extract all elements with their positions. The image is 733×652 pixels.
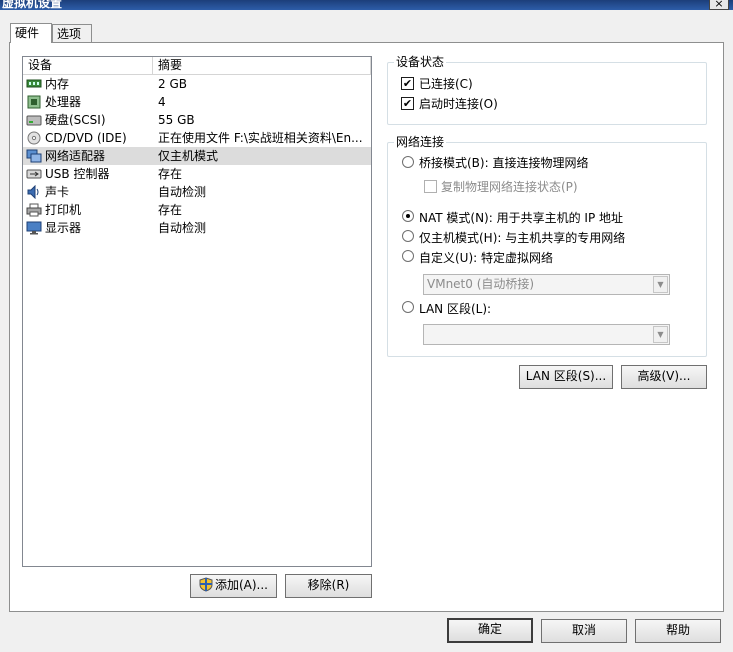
device-name: 处理器 <box>45 95 82 109</box>
ok-button[interactable]: 确定 <box>447 618 533 643</box>
lan-segment-select[interactable]: ▼ <box>423 324 670 345</box>
lan-segment-radio[interactable] <box>402 301 414 313</box>
display-icon <box>26 221 42 235</box>
printer-icon <box>26 203 42 217</box>
host-only-label[interactable]: 仅主机模式(H): 与主机共享的专用网络 <box>419 231 625 245</box>
custom-radio[interactable] <box>402 250 414 262</box>
device-name: 内存 <box>45 77 70 91</box>
device-summary: 存在 <box>158 167 183 181</box>
device-row-printer[interactable]: 打印机 存在 <box>23 201 371 219</box>
add-button-label: 添加(A)... <box>214 578 269 592</box>
usb-icon <box>26 167 42 181</box>
device-status-group <box>387 62 707 125</box>
device-list-header: 设备 摘要 <box>23 57 371 75</box>
device-name: 声卡 <box>45 185 70 199</box>
nat-label[interactable]: NAT 模式(N): 用于共享主机的 IP 地址 <box>419 211 623 225</box>
device-summary: 正在使用文件 F:\实战班相关资料\En... <box>158 131 363 145</box>
device-summary: 仅主机模式 <box>158 149 219 163</box>
device-status-legend: 设备状态 <box>394 55 447 69</box>
column-header-device[interactable]: 设备 <box>28 57 52 74</box>
device-list[interactable]: 设备 摘要 内存 2 GB 处理器 4 硬盘(SCSI) 55 GB CD/DV… <box>22 56 372 567</box>
lan-segments-button[interactable]: LAN 区段(S)... <box>519 365 613 389</box>
connect-at-power-on-checkbox[interactable]: ✔ <box>401 97 414 110</box>
device-row-processor[interactable]: 处理器 4 <box>23 93 371 111</box>
device-row-sound-card[interactable]: 声卡 自动检测 <box>23 183 371 201</box>
custom-label[interactable]: 自定义(U): 特定虚拟网络 <box>419 251 553 265</box>
device-summary: 2 GB <box>158 77 187 91</box>
sound-card-icon <box>26 184 42 200</box>
tab-hardware[interactable]: 硬件 <box>10 23 52 43</box>
nat-radio[interactable] <box>402 210 414 222</box>
close-button[interactable]: × <box>709 0 729 10</box>
network-connection-legend: 网络连接 <box>394 135 447 149</box>
device-row-cd-dvd[interactable]: CD/DVD (IDE) 正在使用文件 F:\实战班相关资料\En... <box>23 129 371 147</box>
device-row-memory[interactable]: 内存 2 GB <box>23 75 371 93</box>
device-name: 打印机 <box>45 203 82 217</box>
network-adapter-icon <box>26 149 42 163</box>
shield-icon <box>199 577 213 598</box>
memory-icon <box>26 77 42 91</box>
host-only-radio[interactable] <box>402 230 414 242</box>
connect-at-power-on-label[interactable]: 启动时连接(O) <box>419 97 498 111</box>
processor-icon <box>26 95 42 109</box>
bridged-radio[interactable] <box>402 156 414 168</box>
custom-network-value: VMnet0 (自动桥接) <box>427 277 535 291</box>
device-row-usb[interactable]: USB 控制器 存在 <box>23 165 371 183</box>
device-row-display[interactable]: 显示器 自动检测 <box>23 219 371 237</box>
column-divider[interactable] <box>370 57 371 74</box>
device-row-hard-disk[interactable]: 硬盘(SCSI) 55 GB <box>23 111 371 129</box>
chevron-down-icon[interactable]: ▼ <box>653 276 668 293</box>
advanced-button[interactable]: 高级(V)... <box>621 365 707 389</box>
device-name: 硬盘(SCSI) <box>45 113 106 127</box>
device-summary: 4 <box>158 95 166 109</box>
bridged-label[interactable]: 桥接模式(B): 直接连接物理网络 <box>419 156 588 170</box>
column-header-summary[interactable]: 摘要 <box>158 57 182 74</box>
add-device-button[interactable]: 添加(A)... <box>190 574 277 598</box>
help-button[interactable]: 帮助 <box>635 619 721 643</box>
device-summary: 自动检测 <box>158 185 207 199</box>
window-title: 虚拟机设置 <box>2 0 63 10</box>
hard-disk-icon <box>26 113 42 127</box>
chevron-down-icon[interactable]: ▼ <box>653 326 668 343</box>
lan-segment-label[interactable]: LAN 区段(L): <box>419 302 491 316</box>
cd-dvd-icon <box>26 131 42 145</box>
replicate-state-checkbox[interactable] <box>424 180 437 193</box>
cancel-button[interactable]: 取消 <box>541 619 627 643</box>
device-row-network-adapter[interactable]: 网络适配器 仅主机模式 <box>23 147 371 165</box>
device-name: 显示器 <box>45 221 82 235</box>
remove-device-button[interactable]: 移除(R) <box>285 574 372 598</box>
tab-options[interactable]: 选项 <box>52 24 92 42</box>
connected-checkbox[interactable]: ✔ <box>401 77 414 90</box>
device-summary: 存在 <box>158 203 183 217</box>
title-bar <box>0 0 733 10</box>
device-name: 网络适配器 <box>45 149 106 163</box>
device-name: USB 控制器 <box>45 167 110 181</box>
custom-network-select[interactable]: VMnet0 (自动桥接) ▼ <box>423 274 670 295</box>
device-summary: 55 GB <box>158 113 195 127</box>
device-name: CD/DVD (IDE) <box>45 131 127 145</box>
connected-label[interactable]: 已连接(C) <box>419 77 473 91</box>
device-summary: 自动检测 <box>158 221 207 235</box>
column-divider[interactable] <box>152 57 153 74</box>
replicate-state-label[interactable]: 复制物理网络连接状态(P) <box>441 180 578 194</box>
